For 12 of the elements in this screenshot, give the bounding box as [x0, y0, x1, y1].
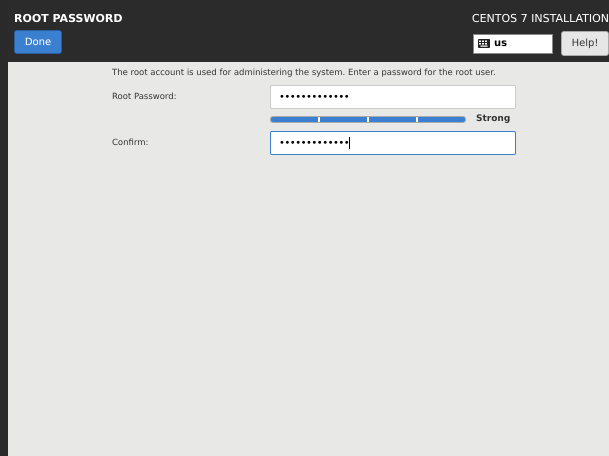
- window-title: ROOT PASSWORD: [14, 12, 123, 25]
- help-button[interactable]: Help!: [561, 31, 609, 56]
- password-field[interactable]: •••••••••••••: [270, 85, 516, 109]
- field-label: Confirm:: [112, 138, 150, 148]
- done-button[interactable]: Done: [14, 30, 62, 54]
- confirm-field[interactable]: •••••••••••••: [270, 131, 516, 155]
- keyboard-layout-field[interactable]: us: [473, 34, 553, 54]
- field-label: Root Password:: [112, 92, 178, 102]
- product-title: CENTOS 7 INSTALLATION: [472, 12, 609, 25]
- keyboard-icon: [478, 39, 490, 48]
- strength-label: Strong: [476, 114, 510, 124]
- intro-text: The root account is used for administering the system. Enter a password for the root user.: [112, 68, 497, 78]
